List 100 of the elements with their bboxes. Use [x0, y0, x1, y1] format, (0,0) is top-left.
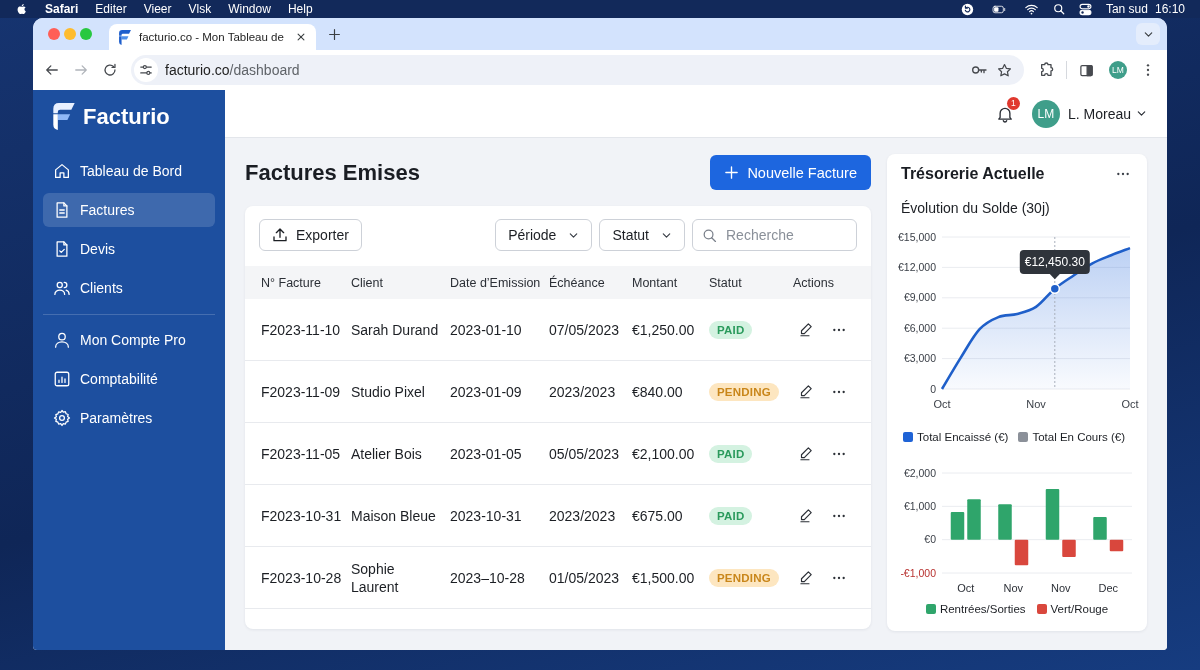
- search-icon: [702, 227, 717, 243]
- notification-badge: 1: [1006, 96, 1020, 110]
- back-icon[interactable]: [45, 63, 59, 77]
- point-marker-icon: [1049, 283, 1061, 294]
- tab-list-button[interactable]: [1136, 23, 1160, 45]
- table-cell-text: 2023-01-10: [450, 320, 523, 339]
- nav-item[interactable]: Devis: [43, 232, 215, 266]
- table-cell-text: F2023-10-28: [261, 568, 343, 587]
- x-axis-label: Nov: [1026, 398, 1046, 410]
- menu-item[interactable]: Vieer: [143, 2, 172, 16]
- column-header: Échéance: [549, 274, 606, 292]
- y-axis-label: €12,000: [898, 261, 936, 273]
- document-check-icon: [53, 240, 71, 258]
- wifi-icon[interactable]: [1023, 2, 1039, 16]
- y-axis-label: €0: [924, 533, 936, 546]
- menu-clock[interactable]: 16:10: [1154, 2, 1185, 16]
- table-cell-text: Sophie Laurent: [351, 559, 400, 596]
- table-cell-text: 2023/2023: [549, 506, 617, 525]
- status-badge: PENDING: [709, 382, 779, 401]
- y-axis-label: €6,000: [903, 321, 936, 334]
- reload-icon[interactable]: [103, 63, 117, 77]
- person-icon: [53, 331, 71, 349]
- table-cell-text: 05/05/2023: [549, 444, 621, 463]
- menu-item[interactable]: Editer: [95, 2, 127, 16]
- upload-icon: [272, 227, 288, 243]
- side-panel-icon[interactable]: [1079, 62, 1094, 78]
- edit-icon[interactable]: [799, 570, 814, 585]
- browser-tab[interactable]: facturio.co - Mon Tableau de: [109, 24, 316, 50]
- menu-item[interactable]: Window: [228, 2, 271, 16]
- user-name[interactable]: L. Moreau: [1067, 105, 1131, 122]
- table-cell-text: F2023-11-09: [261, 382, 342, 401]
- table-cell-text: 2023–10-28: [450, 568, 526, 587]
- status-badge: PAID: [709, 444, 753, 463]
- legend-label: Total En Cours (€): [1032, 431, 1126, 443]
- table-cell-text: €1,500.00: [632, 568, 696, 587]
- address-bar[interactable]: facturio.co/dashboard: [131, 55, 1024, 85]
- chart-title: Évolution du Solde (30j): [901, 199, 1051, 218]
- close-icon[interactable]: [295, 32, 306, 42]
- status-badge: PENDING: [709, 568, 779, 587]
- nav-item[interactable]: Mon Compte Pro: [43, 323, 215, 357]
- menu-app-name[interactable]: Safari: [45, 2, 79, 16]
- brand-name: Facturio: [83, 103, 170, 130]
- nav-item[interactable]: Clients: [43, 271, 215, 305]
- apple-icon[interactable]: [16, 2, 28, 16]
- column-header: Date d’Emission: [450, 274, 542, 292]
- sliders-icon[interactable]: [134, 58, 158, 82]
- logo-icon: [53, 103, 75, 130]
- star-icon[interactable]: [997, 62, 1012, 78]
- search-field[interactable]: Recherche: [692, 219, 857, 251]
- edit-icon[interactable]: [799, 384, 814, 399]
- puzzle-icon[interactable]: [1039, 62, 1055, 78]
- table-cell-text: Studio Pixel: [351, 382, 426, 401]
- y-axis-label: 0: [930, 382, 936, 395]
- status-badge: PAID: [709, 320, 753, 339]
- nav-item[interactable]: Tableau de Bord: [43, 154, 215, 188]
- document-icon: [53, 201, 71, 219]
- filter-dropdown[interactable]: Statut: [599, 219, 685, 251]
- column-header: N° Facture: [261, 274, 322, 292]
- x-axis-label: Nov: [1050, 582, 1071, 594]
- edit-icon[interactable]: [799, 322, 814, 337]
- table-cell-text: 07/05/2023: [549, 320, 621, 339]
- search-icon[interactable]: [1052, 3, 1065, 15]
- favicon-icon: [119, 29, 131, 45]
- plus-icon: [724, 165, 740, 180]
- y-axis-label: €1,000: [903, 499, 936, 512]
- table-cell-text: F2023-11-10: [261, 320, 342, 339]
- column-header: Statut: [709, 274, 743, 292]
- column-header: Client: [351, 274, 384, 292]
- card-title: Trésorerie Actuelle: [901, 165, 1045, 183]
- table-cell-text: €675.00: [632, 506, 684, 525]
- menu-item[interactable]: Help: [287, 2, 313, 16]
- y-axis-label: -€1,000: [900, 566, 936, 579]
- status-badge: PAID: [709, 506, 753, 525]
- table-cell-text: 2023-01-05: [450, 444, 523, 463]
- bar: [1045, 489, 1060, 540]
- edit-icon[interactable]: [799, 446, 814, 461]
- table-cell-text: 2023-01-09: [450, 382, 523, 401]
- table-cell-text: 2023/2023: [549, 382, 617, 401]
- new-invoice-button[interactable]: Nouvelle Facture: [710, 155, 871, 190]
- toggles-icon[interactable]: [1078, 2, 1092, 16]
- chevron-down-icon[interactable]: [1136, 108, 1147, 119]
- menu-item[interactable]: Vlsk: [188, 2, 212, 16]
- table-cell-text: F2023-11-05: [261, 444, 342, 463]
- legend-label: Vert/Rouge: [1050, 603, 1109, 615]
- status-text[interactable]: Tan sud: [1105, 2, 1148, 16]
- x-axis-label: Oct: [933, 398, 951, 410]
- bar: [1093, 517, 1107, 540]
- nav-item[interactable]: Paramètres: [43, 401, 215, 435]
- edit-icon[interactable]: [799, 508, 814, 523]
- nav-item[interactable]: Comptabilité: [43, 362, 215, 396]
- x-axis-label: Oct: [1121, 398, 1139, 410]
- x-axis-label: Nov: [1003, 582, 1024, 594]
- y-axis-label: €15,000: [898, 230, 936, 243]
- tooltip: [1019, 250, 1090, 280]
- chart-icon: [53, 370, 71, 388]
- plus-icon[interactable]: [327, 27, 341, 41]
- filter-dropdown[interactable]: Période: [495, 219, 593, 251]
- nav-item[interactable]: Factures: [43, 193, 215, 227]
- table-cell-text: F2023-10-31: [261, 506, 343, 525]
- export-button[interactable]: Exporter: [259, 219, 362, 251]
